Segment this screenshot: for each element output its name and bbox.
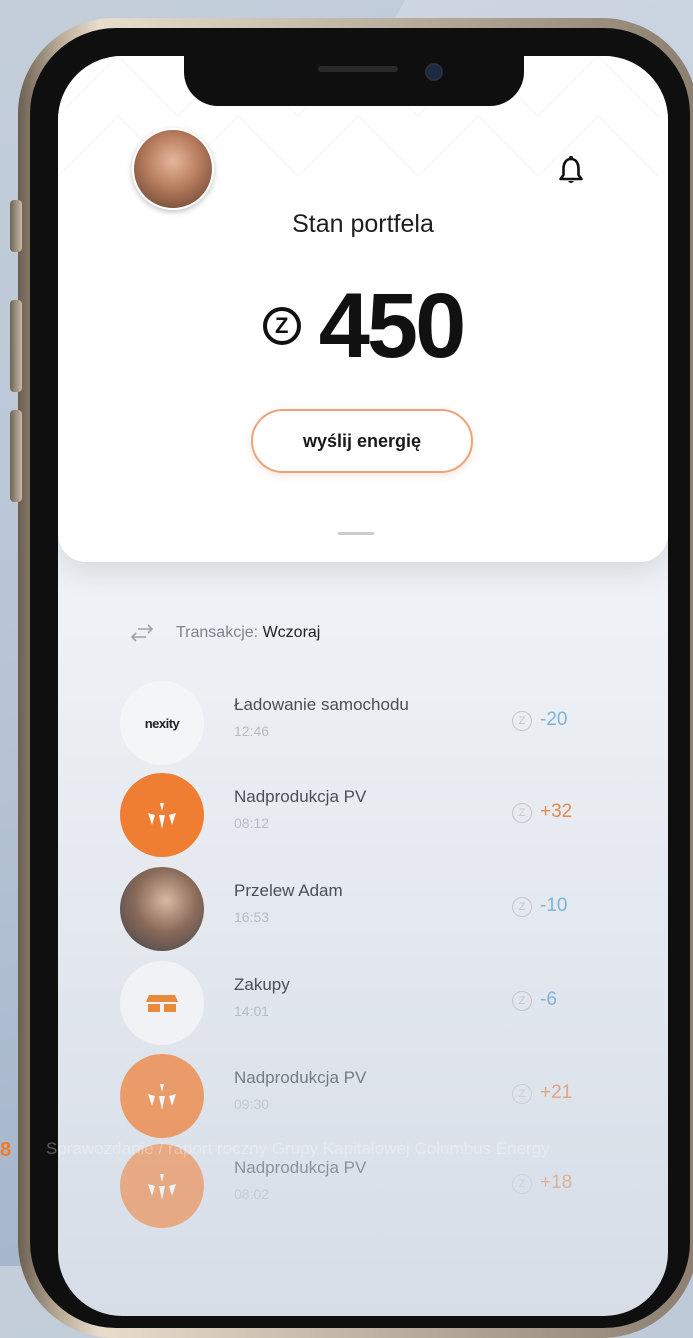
transaction-time: 12:46: [234, 723, 270, 739]
z-coin-icon: Z: [512, 711, 532, 731]
transaction-amount: +21: [540, 1082, 573, 1103]
z-coin-icon: Z: [512, 1084, 532, 1104]
report-footer: Sprawozdanie / raport roczny Grupy Kapit…: [0, 1139, 693, 1165]
balance-amount: 450: [318, 274, 466, 377]
phone-notch: [184, 44, 524, 106]
transaction-time: 08:02: [234, 1186, 270, 1202]
z-coin-icon: Z: [512, 897, 532, 917]
page-number: 8: [0, 1139, 12, 1161]
drag-handle[interactable]: [338, 532, 374, 535]
transaction-name: Przelew Adam: [234, 881, 343, 900]
transaction-name: Nadprodukcja PV: [234, 787, 367, 806]
transaction-time: 16:53: [234, 909, 270, 925]
wallet-card: Stan portfela Z 450 wyślij energię: [58, 56, 668, 562]
shop-icon: [146, 995, 178, 1012]
transaction-name: Nadprodukcja PV: [234, 1068, 367, 1087]
transaction-name: Zakupy: [234, 975, 290, 994]
sun-rays-icon: [148, 1174, 176, 1200]
footer-text: Sprawozdanie / raport roczny Grupy Kapit…: [46, 1139, 550, 1158]
phone-speaker: [318, 66, 398, 72]
transaction-name: Ładowanie samochodu: [234, 695, 409, 714]
transfer-arrows-icon: [130, 624, 154, 642]
balance-display: Z 450: [58, 274, 668, 377]
solar-logo: [120, 1054, 204, 1138]
transactions-day: Wczoraj: [262, 624, 321, 641]
solar-logo: [120, 773, 204, 857]
transaction-row[interactable]: Przelew Adam 16:53 Z -10: [120, 867, 640, 957]
transaction-amount: +18: [540, 1172, 573, 1193]
phone-volume-up: [10, 300, 22, 392]
transaction-row[interactable]: nexity Ładowanie samochodu 12:46 Z -20: [120, 681, 640, 771]
app-screen: Stan portfela Z 450 wyślij energię Trans…: [58, 56, 668, 1316]
sun-rays-icon: [148, 1084, 176, 1110]
transaction-amount: -20: [540, 709, 568, 730]
transaction-time: 08:12: [234, 815, 270, 831]
phone-volume-down: [10, 410, 22, 502]
sun-rays-icon: [148, 803, 176, 829]
transaction-amount: +32: [540, 801, 573, 822]
transaction-row[interactable]: Nadprodukcja PV 09:30 Z +21: [120, 1054, 640, 1144]
z-coin-icon: Z: [512, 991, 532, 1011]
user-avatar[interactable]: [132, 128, 214, 210]
transaction-amount: -6: [540, 989, 557, 1010]
bell-icon[interactable]: [558, 156, 584, 186]
transaction-time: 14:01: [234, 1003, 270, 1019]
z-coin-icon: Z: [512, 1174, 532, 1194]
transaction-row[interactable]: Nadprodukcja PV 08:12 Z +32: [120, 773, 640, 863]
transaction-amount: -10: [540, 895, 568, 916]
transaction-row[interactable]: Zakupy 14:01 Z -6: [120, 961, 640, 1051]
z-coin-icon: Z: [512, 803, 532, 823]
nexity-logo: nexity: [120, 681, 204, 765]
contact-avatar: [120, 867, 204, 951]
shop-logo: [120, 961, 204, 1045]
transactions-header: Transakcje: Wczoraj: [128, 621, 320, 645]
wallet-title: Stan portfela: [292, 210, 434, 238]
transactions-label: Transakcje: Wczoraj: [176, 624, 321, 641]
front-camera: [425, 63, 443, 81]
send-energy-button[interactable]: wyślij energię: [251, 409, 473, 473]
phone-mute-switch: [10, 200, 22, 252]
z-coin-icon: Z: [262, 307, 301, 345]
transaction-time: 09:30: [234, 1096, 270, 1112]
